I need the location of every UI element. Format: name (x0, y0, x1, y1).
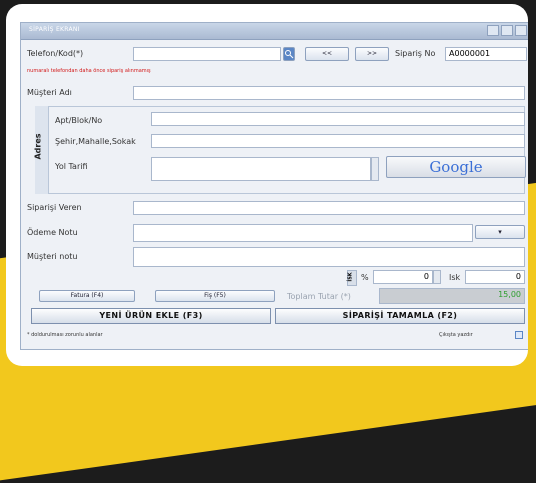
previous-button[interactable]: << (305, 47, 349, 61)
odeme-notu-input[interactable] (133, 224, 473, 242)
apt-label: Apt/Blok/No (55, 116, 103, 125)
percent-label: % (361, 273, 369, 282)
google-logo: Google (429, 158, 483, 176)
isk-input[interactable]: 0 (465, 270, 525, 284)
percent-spinner[interactable] (433, 270, 441, 284)
telefon-input[interactable] (133, 47, 281, 61)
cikis-label: Çıkışta yazdır (439, 332, 473, 338)
siparisi-veren-label: Siparişi Veren (27, 203, 82, 212)
minimize-button[interactable] (487, 25, 499, 36)
cikis-checkbox[interactable] (515, 331, 523, 339)
title-bar: SİPARİŞ EKRANI (21, 23, 528, 40)
complete-order-button[interactable]: SİPARİŞİ TAMAMLA (F2) (275, 308, 525, 324)
sehir-input[interactable] (151, 134, 525, 148)
telefon-label: Telefon/Kod(*) (27, 49, 84, 58)
siparis-no-input[interactable]: A0000001 (445, 47, 527, 61)
musteri-adi-label: Müşteri Adı (27, 88, 72, 97)
google-button[interactable]: Google (386, 156, 526, 178)
odeme-notu-label: Ödeme Notu (27, 228, 78, 237)
warning-text: numaralı telefondan daha önce sipariş al… (27, 68, 151, 74)
musteri-adi-input[interactable] (133, 86, 525, 100)
musteri-notu-input[interactable] (133, 247, 525, 267)
next-button[interactable]: >> (355, 47, 389, 61)
fis-button[interactable]: Fiş (F5) (155, 290, 275, 302)
sehir-label: Şehir,Mahalle,Sokak (55, 137, 136, 146)
add-product-button[interactable]: YENİ ÜRÜN EKLE (F3) (31, 308, 271, 324)
maximize-button[interactable] (501, 25, 513, 36)
toplam-label: Toplam Tutar (*) (287, 292, 351, 301)
toplam-value: 15,00 (379, 288, 525, 304)
window-title: SİPARİŞ EKRANI (29, 26, 80, 33)
musteri-notu-label: Müşteri notu (27, 252, 78, 261)
search-icon[interactable] (283, 47, 295, 61)
percent-input[interactable]: 0 (373, 270, 433, 284)
yol-tarifi-label: Yol Tarifi (55, 162, 88, 171)
yol-tarifi-textarea[interactable] (151, 157, 371, 181)
isk-label: Isk (449, 273, 461, 282)
address-tab: Adres (34, 106, 49, 194)
apt-input[interactable] (151, 112, 525, 126)
odeme-dropdown-button[interactable]: ▾ (475, 225, 525, 239)
siparis-no-label: Sipariş No (395, 49, 436, 58)
close-button[interactable] (515, 25, 527, 36)
card: SİPARİŞ EKRANI Telefon/Kod(*) << >> Sipa… (6, 4, 528, 366)
fatura-button[interactable]: Fatura (F4) (39, 290, 135, 302)
iskonto-tab: İSK (347, 270, 357, 286)
scrollbar[interactable] (371, 157, 379, 181)
order-window: SİPARİŞ EKRANI Telefon/Kod(*) << >> Sipa… (20, 22, 528, 350)
footer-note: * doldurulması zorunlu alanlar (27, 332, 103, 338)
siparisi-veren-input[interactable] (133, 201, 525, 215)
